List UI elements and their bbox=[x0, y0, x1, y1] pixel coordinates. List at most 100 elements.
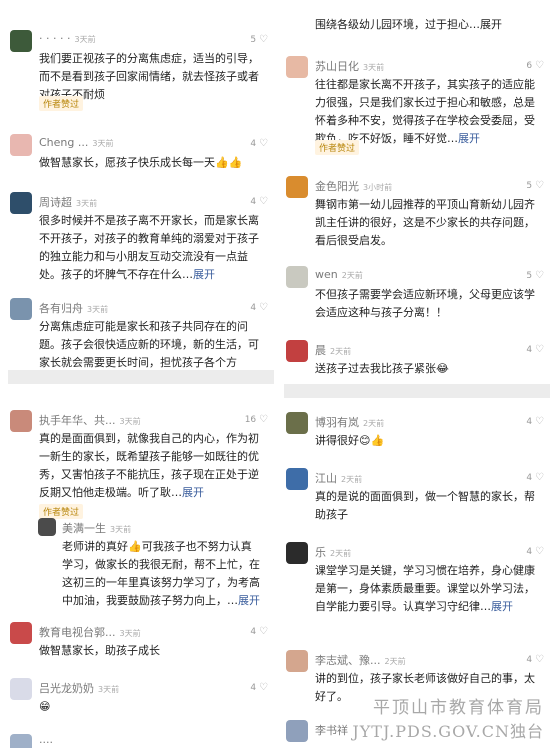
author-liked-badge: 作者赞过 bbox=[315, 140, 360, 155]
comment-item[interactable]: 吕光龙奶奶 3天前 4 ♡ 😁 bbox=[8, 678, 274, 718]
avatar[interactable] bbox=[286, 650, 308, 672]
commenter-name: 李志斌、豫... bbox=[315, 654, 381, 667]
panel-divider bbox=[284, 384, 550, 398]
avatar[interactable] bbox=[286, 176, 308, 198]
heart-icon: ♡ bbox=[259, 196, 268, 207]
comment-item[interactable]: · · · · · 3天前 5 ♡ 我们要正视孩子的分离焦虑症，适当的引导，而不是… bbox=[8, 30, 274, 111]
comment-text: 老师讲的真好👍可我孩子也不努力认真学习，做家长的我很无耐，帮不上忙，在这初三的一… bbox=[62, 540, 260, 607]
like-button[interactable]: 4 ♡ bbox=[250, 196, 268, 207]
commenter-name: 李书祥 bbox=[315, 724, 348, 737]
like-button[interactable]: 4 ♡ bbox=[250, 302, 268, 313]
like-button[interactable]: 6 ♡ bbox=[526, 60, 544, 71]
avatar[interactable] bbox=[286, 542, 308, 564]
comment-item[interactable]: 苏山日化 3天前 6 ♡ 往往都是家长离不开孩子，其实孩子的适应能力很强，只是我们… bbox=[284, 56, 550, 156]
watermark-title: 平顶山市教育体育局 bbox=[373, 698, 544, 718]
comment-time: 2天前 bbox=[384, 657, 406, 666]
expand-link[interactable]: 展开 bbox=[491, 600, 513, 613]
commenter-name: 苏山日化 bbox=[315, 60, 359, 73]
watermark-url: JYTJ.PDS.GOV.CN独台 bbox=[352, 722, 544, 741]
comment-item[interactable]: Cheng ... 3天前 4 ♡ 做智慧家长，愿孩子快乐成长每一天👍👍 bbox=[8, 134, 274, 174]
avatar[interactable] bbox=[10, 134, 32, 156]
avatar[interactable] bbox=[10, 622, 32, 644]
comment-time: 3小时前 bbox=[363, 183, 393, 192]
comment-time: 2天前 bbox=[330, 347, 352, 356]
reply-item[interactable]: 美满一生 3天前 老师讲的真好👍可我孩子也不努力认真学习，做家长的我很无耐，帮不上… bbox=[8, 518, 274, 607]
heart-icon: ♡ bbox=[259, 302, 268, 313]
expand-link[interactable]: 展开 bbox=[182, 486, 204, 499]
avatar[interactable] bbox=[38, 518, 56, 536]
commenter-name: 周诗超 bbox=[39, 196, 72, 209]
commenter-name: Cheng ... bbox=[39, 136, 89, 149]
heart-icon: ♡ bbox=[535, 344, 544, 355]
avatar[interactable] bbox=[10, 298, 32, 320]
avatar[interactable] bbox=[10, 678, 32, 700]
commenter-name: 晨 bbox=[315, 344, 326, 357]
comment-text: 舞钢市第一幼儿园推荐的平顶山育新幼儿园齐凯主任讲的很好，这是不少家长的共存问题，… bbox=[315, 198, 535, 247]
expand-link[interactable]: 展开 bbox=[193, 268, 215, 281]
like-button[interactable]: 4 ♡ bbox=[526, 654, 544, 665]
like-button[interactable]: 4 ♡ bbox=[526, 472, 544, 483]
avatar[interactable] bbox=[10, 192, 32, 214]
author-liked-badge: 作者赞过 bbox=[39, 504, 84, 519]
left-bottom-panel: 执手年华、共... 3天前 16 ♡ 真的是面面俱到，就像我自己的内心，作为初一新… bbox=[8, 398, 274, 748]
comment-item[interactable]: 执手年华、共... 3天前 16 ♡ 真的是面面俱到，就像我自己的内心，作为初一新… bbox=[8, 410, 274, 519]
comment-item[interactable]: 晨 2天前 4 ♡ 送孩子过去我比孩子紧张😂 bbox=[284, 340, 550, 380]
commenter-name: 乐 bbox=[315, 546, 326, 559]
comment-time: 3天前 bbox=[92, 139, 114, 148]
comment-time: 3天前 bbox=[119, 417, 141, 426]
panel-divider bbox=[8, 370, 274, 384]
avatar[interactable] bbox=[286, 468, 308, 490]
expand-link[interactable]: 展开 bbox=[458, 132, 480, 145]
comment-item[interactable]: 周诗超 3天前 4 ♡ 很多时候并不是孩子离不开家长，而是家长离不开孩子，对孩子的… bbox=[8, 192, 274, 284]
comment-time: 3天前 bbox=[87, 305, 109, 314]
heart-icon: ♡ bbox=[535, 60, 544, 71]
comment-text: 往往都是家长离不开孩子，其实孩子的适应能力很强，只是我们家长过于担心和敏感，总是… bbox=[315, 78, 535, 145]
truncated-comment: 围绕各级幼儿园环境，过于担心…展开 bbox=[284, 16, 550, 36]
like-button[interactable]: 16 ♡ bbox=[245, 414, 268, 425]
like-button[interactable]: 4 ♡ bbox=[250, 626, 268, 637]
comment-time: 3天前 bbox=[76, 199, 98, 208]
comment-item[interactable]: 乐 2天前 4 ♡ 课堂学习是关键，学习习惯在培养，身心健康是第一，身体素质最重要… bbox=[284, 542, 550, 636]
comment-time: 3天前 bbox=[119, 629, 141, 638]
like-button[interactable]: 5 ♡ bbox=[250, 34, 268, 45]
comment-text: 😁 bbox=[39, 700, 51, 713]
comment-item[interactable]: 江山 2天前 4 ♡ 真的是说的面面俱到，做一个智慧的家长，帮助孩子 bbox=[284, 468, 550, 524]
comment-item[interactable]: wen 2天前 5 ♡ 不但孩子需要学会适应新环境，父母更应该学会适应这种与孩子分… bbox=[284, 266, 550, 322]
comment-item[interactable]: 金色阳光 3小时前 5 ♡ 舞钢市第一幼儿园推荐的平顶山育新幼儿园齐凯主任讲的很好… bbox=[284, 176, 550, 247]
commenter-name: 美满一生 bbox=[62, 522, 106, 535]
avatar[interactable] bbox=[286, 720, 308, 742]
like-button[interactable]: 4 ♡ bbox=[526, 416, 544, 427]
comment-item[interactable]: 博羽有岚 2天前 4 ♡ 讲得很好😊👍 bbox=[284, 412, 550, 452]
heart-icon: ♡ bbox=[259, 682, 268, 693]
like-button[interactable]: 4 ♡ bbox=[250, 682, 268, 693]
avatar[interactable] bbox=[10, 734, 32, 748]
comment-text: 做智慧家长，愿孩子快乐成长每一天👍👍 bbox=[39, 156, 243, 169]
commenter-name: 教育电视台郭... bbox=[39, 626, 116, 639]
heart-icon: ♡ bbox=[535, 546, 544, 557]
comment-time: 2天前 bbox=[341, 475, 363, 484]
comment-text: 课堂学习是关键，学习习惯在培养，身心健康是第一，身体素质最重要。课堂以外学习法，… bbox=[315, 564, 535, 613]
commenter-name: 金色阳光 bbox=[315, 180, 359, 193]
comment-time: 2天前 bbox=[363, 419, 385, 428]
avatar[interactable] bbox=[10, 30, 32, 52]
expand-link[interactable]: 展开 bbox=[238, 594, 260, 607]
like-button[interactable]: 4 ♡ bbox=[526, 344, 544, 355]
like-button[interactable]: 5 ♡ bbox=[526, 180, 544, 191]
like-button[interactable]: 5 ♡ bbox=[526, 270, 544, 281]
comment-item[interactable]: 各有归舟 3天前 4 ♡ 分离焦虑症可能是家长和孩子共同存在的问题。孩子会很快适应… bbox=[8, 298, 274, 368]
avatar[interactable] bbox=[286, 56, 308, 78]
commenter-name: 执手年华、共... bbox=[39, 414, 116, 427]
comment-item[interactable]: 教育电视台郭... 3天前 4 ♡ 做智慧家长，助孩子成长 bbox=[8, 622, 274, 662]
right-top-panel: 围绕各级幼儿园环境，过于担心…展开 苏山日化 3天前 6 ♡ 往往都是家长离不开孩… bbox=[284, 0, 550, 382]
avatar[interactable] bbox=[10, 410, 32, 432]
comment-item[interactable]: ···· bbox=[8, 734, 274, 748]
avatar[interactable] bbox=[286, 340, 308, 362]
like-button[interactable]: 4 ♡ bbox=[526, 546, 544, 557]
like-button[interactable]: 4 ♡ bbox=[250, 138, 268, 149]
avatar[interactable] bbox=[286, 266, 308, 288]
author-liked-badge: 作者赞过 bbox=[39, 96, 84, 111]
comment-text: 送孩子过去我比孩子紧张😂 bbox=[315, 362, 449, 375]
avatar[interactable] bbox=[286, 412, 308, 434]
watermark: 平顶山市教育体育局 JYTJ.PDS.GOV.CN独台 bbox=[352, 693, 544, 742]
heart-icon: ♡ bbox=[535, 270, 544, 281]
